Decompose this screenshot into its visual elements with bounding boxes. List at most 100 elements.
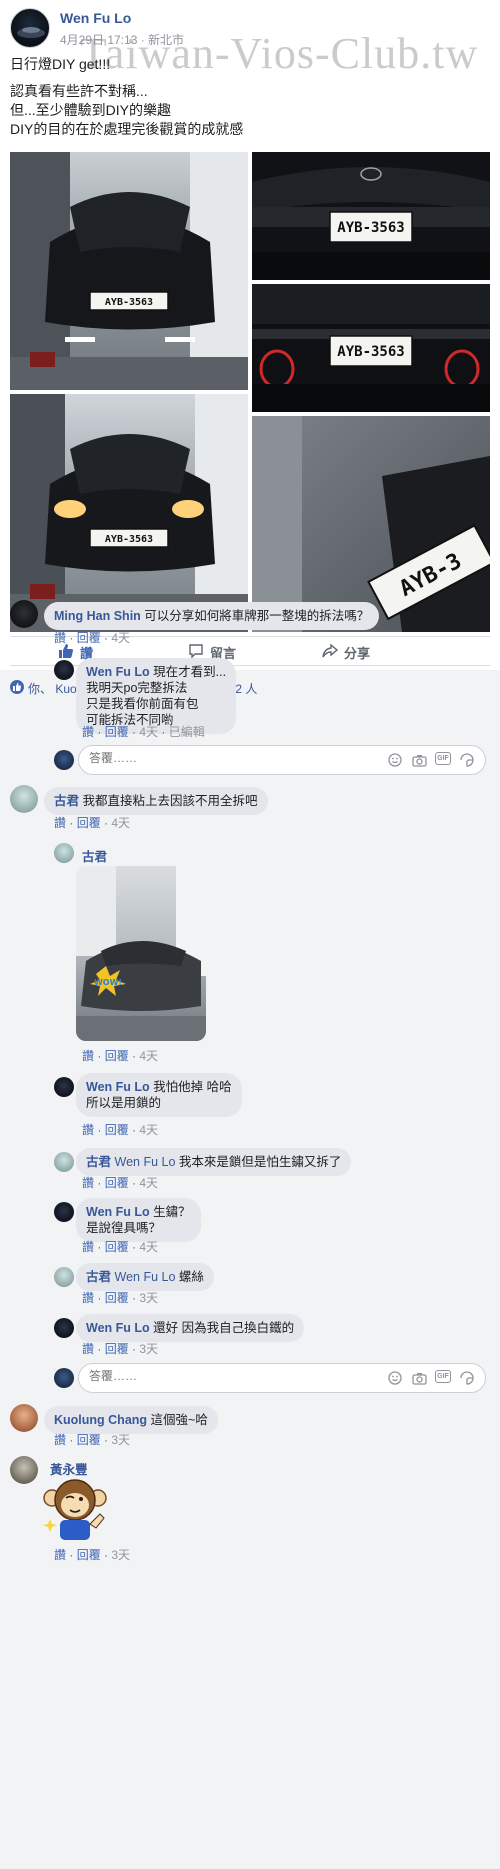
comment-time: 3天 [139, 1291, 159, 1305]
comment-actions: 讚 · 回覆 · 4天 [82, 1123, 159, 1137]
post-line: 認真看有些許不對稱... [10, 83, 148, 99]
comment-reply-link[interactable]: 回覆 [105, 1240, 129, 1254]
comment-like-link[interactable]: 讚 [82, 1342, 94, 1356]
comment-actions: 讚 · 回覆 · 4天 [54, 631, 131, 645]
comment-like-link[interactable]: 讚 [54, 1548, 66, 1562]
comment-time: 3天 [111, 1548, 131, 1562]
comment-like-link[interactable]: 讚 [82, 1240, 94, 1254]
comment-like-link[interactable]: 讚 [82, 1176, 94, 1190]
plate-text: AYB-3563 [337, 344, 404, 360]
author-avatar[interactable] [10, 8, 50, 48]
comment-reply-link[interactable]: 回覆 [105, 1049, 129, 1063]
photo-plate-removed[interactable]: AYB-3 [252, 416, 490, 632]
comment-text: 這個強~哈 [150, 1413, 208, 1427]
comment-author[interactable]: Wen Fu Lo [86, 1321, 150, 1335]
comment-author[interactable]: Wen Fu Lo [86, 1080, 150, 1094]
post-meta: 4月29日 17:13 · 新北市 [60, 33, 185, 47]
my-avatar [54, 1368, 74, 1388]
photo-grid: AYB-3563 AYB-3563 AYB-3563 AYB-3563 AYB-… [10, 152, 490, 632]
comment-author[interactable]: Wen Fu Lo [86, 1205, 150, 1219]
comment-author[interactable]: 古君 [82, 846, 107, 865]
camera-icon[interactable] [411, 1370, 427, 1386]
commenter-avatar[interactable] [54, 1267, 74, 1287]
commenter-avatar[interactable] [54, 1202, 74, 1222]
comment-like-link[interactable]: 讚 [82, 1291, 94, 1305]
commenter-avatar[interactable] [54, 1318, 74, 1338]
comment-actions: 讚 · 回覆 · 3天 [82, 1342, 159, 1356]
comment-mention[interactable]: Wen Fu Lo [115, 1270, 176, 1284]
comment-text: 是說徨具嗎？ [86, 1221, 162, 1235]
comment-like-link[interactable]: 讚 [54, 631, 66, 645]
comment-reply-link[interactable]: 回覆 [105, 1291, 129, 1305]
reply-box: GIF [78, 1363, 486, 1393]
comment-actions: 讚 · 回覆 · 4天 · 已編輯 [82, 725, 205, 739]
commenter-avatar[interactable] [10, 1404, 38, 1432]
comment-text: 我怕他掉 哈哈 [153, 1080, 232, 1094]
comment-bubble: 古君 我都直接粘上去因該不用全拆吧 [44, 787, 268, 815]
comment-reply-link[interactable]: 回覆 [105, 725, 129, 739]
comment-text: 我本來是鎖但是怕生鏽又拆了 [178, 1155, 342, 1169]
commenter-avatar[interactable] [10, 1456, 38, 1484]
comment-like-link[interactable]: 讚 [82, 1123, 94, 1137]
comment-text: 我都直接粘上去因該不用全拆吧 [82, 794, 258, 808]
comment-author[interactable]: 古君 [54, 794, 79, 808]
photo-car-headlights[interactable]: AYB-3563 [10, 394, 248, 632]
post-line [10, 74, 490, 82]
gif-icon[interactable]: GIF [435, 1370, 451, 1383]
sticker-wow-text: WOW! [94, 978, 122, 987]
commenter-avatar[interactable] [10, 785, 38, 813]
comment-author[interactable]: Kuolung Chang [54, 1413, 147, 1427]
comment-reply-link[interactable]: 回覆 [77, 1548, 101, 1562]
photo-plate-marked[interactable]: AYB-3563 [252, 284, 490, 412]
comment-text: 我明天po完整拆法 [86, 681, 188, 695]
comment-reply-link[interactable]: 回覆 [77, 631, 101, 645]
plate-text: AYB-3563 [105, 534, 153, 545]
comment-reply-link[interactable]: 回覆 [77, 816, 101, 830]
comment-like-link[interactable]: 讚 [82, 725, 94, 739]
sticker-icon[interactable] [459, 1370, 475, 1386]
comment-time: 4天 [139, 1240, 159, 1254]
post-author[interactable]: Wen Fu Lo [60, 10, 131, 26]
comment-like-link[interactable]: 讚 [54, 816, 66, 830]
comment-author[interactable]: Ming Han Shin [54, 609, 141, 623]
comment-bubble: 古君 Wen Fu Lo 螺絲 [76, 1263, 214, 1291]
comment-text: 螺絲 [178, 1270, 204, 1284]
reply-input[interactable] [89, 1369, 289, 1383]
comment-author[interactable]: Wen Fu Lo [86, 665, 150, 679]
comment-reply-link[interactable]: 回覆 [105, 1342, 129, 1356]
sticker-icon[interactable] [459, 752, 475, 768]
comment-author[interactable]: 古君 [86, 1155, 111, 1169]
comment-mention[interactable]: Wen Fu Lo [115, 1155, 176, 1169]
emoji-icon[interactable] [387, 1370, 403, 1386]
commenter-avatar[interactable] [10, 600, 38, 628]
plate-text: AYB-3563 [105, 297, 153, 308]
comment-like-link[interactable]: 讚 [54, 1433, 66, 1447]
comment-actions: 讚 · 回覆 · 4天 [54, 816, 131, 830]
share-button[interactable]: 分享 [322, 642, 370, 662]
comment-reply-link[interactable]: 回覆 [105, 1176, 129, 1190]
comment-text: 所以是用鎖的 [86, 1096, 162, 1110]
comment-author[interactable]: 古君 [86, 1270, 111, 1284]
emoji-icon[interactable] [387, 752, 403, 768]
share-label: 分享 [344, 645, 371, 661]
commenter-avatar[interactable] [54, 660, 74, 680]
photo-car-garage-drl[interactable]: AYB-3563 [10, 152, 248, 390]
comment-edited[interactable]: 已編輯 [169, 725, 205, 739]
comment-photo[interactable]: WOW! [76, 866, 206, 1041]
share-icon [322, 643, 339, 662]
reply-input[interactable] [89, 751, 289, 765]
comment-reply-link[interactable]: 回覆 [105, 1123, 129, 1137]
camera-icon[interactable] [411, 752, 427, 768]
comment-text: 可以分享如何將車牌那一整塊的拆法嗎？ [144, 609, 370, 623]
commenter-avatar[interactable] [54, 843, 74, 863]
gif-icon[interactable]: GIF [435, 752, 451, 765]
monkey-sticker[interactable] [40, 1474, 110, 1544]
post-text: 日行燈DIY get!!! 認真看有些許不對稱... 但...至少體驗到DIY的… [10, 55, 490, 139]
commenter-avatar[interactable] [54, 1152, 74, 1172]
comment-reply-link[interactable]: 回覆 [77, 1433, 101, 1447]
comment-actions: 讚 · 回覆 · 4天 [82, 1240, 159, 1254]
commenter-avatar[interactable] [54, 1077, 74, 1097]
comment-like-link[interactable]: 讚 [82, 1049, 94, 1063]
photo-front-plate[interactable]: AYB-3563 [252, 152, 490, 280]
comment-bubble: Kuolung Chang 這個強~哈 [44, 1406, 218, 1434]
